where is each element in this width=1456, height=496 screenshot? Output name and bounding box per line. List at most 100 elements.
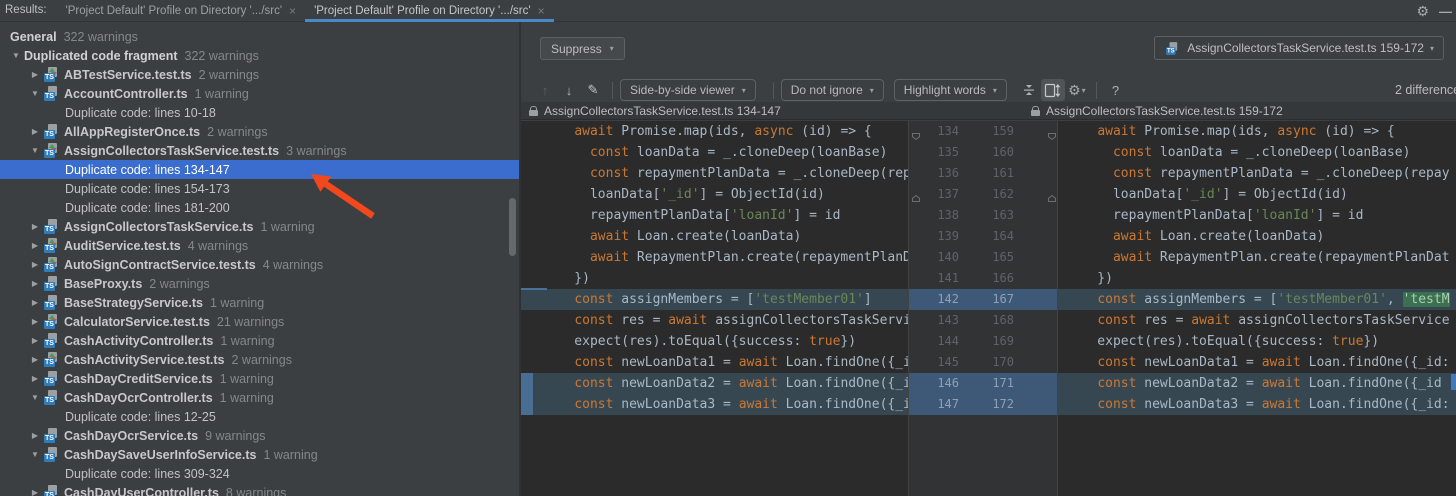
chevron-expanded-icon[interactable]: ▼	[27, 450, 43, 459]
help-icon[interactable]: ?	[1112, 83, 1119, 98]
code-line[interactable]: await Loan.create(loanData)	[521, 226, 908, 247]
code-line[interactable]: const res = await assignCollectorsTaskSe…	[1058, 310, 1456, 331]
code-line[interactable]: })	[521, 268, 908, 289]
code-line[interactable]: const res = await assignCollectorsTaskSe…	[521, 310, 908, 331]
code-line[interactable]: const newLoanData1 = await Loan.findOne(…	[1058, 352, 1456, 373]
chevron-collapsed-icon[interactable]: ▶	[27, 355, 43, 364]
code-line[interactable]: const newLoanData2 = await Loan.findOne(…	[521, 373, 908, 394]
code-token	[1066, 145, 1113, 160]
tree-item-file[interactable]: ▼TSCashDaySaveUserInfoService.ts1 warnin…	[0, 445, 519, 464]
code-line[interactable]: const newLoanData3 = await Loan.findOne(…	[1058, 394, 1456, 415]
code-line[interactable]: await Promise.map(ids, async (id) => {	[1058, 121, 1456, 142]
chevron-collapsed-icon[interactable]: ▶	[27, 374, 43, 383]
chevron-collapsed-icon[interactable]: ▶	[27, 260, 43, 269]
code-line[interactable]: expect(res).toEqual({success: true})	[1058, 331, 1456, 352]
code-line[interactable]: const repaymentPlanData = _.cloneDeep(re…	[1058, 163, 1456, 184]
keyword-token: await	[1262, 376, 1301, 391]
code-line[interactable]: const repaymentPlanData = _.cloneDeep(re…	[521, 163, 908, 184]
code-line[interactable]: await RepaymentPlan.create(repaymentPlan…	[1058, 247, 1456, 268]
tree-item-file[interactable]: ▶TSCashDayOcrService.ts9 warnings	[0, 426, 519, 445]
tree-item-duplicate[interactable]: Duplicate code: lines 10-18	[0, 103, 519, 122]
tree-item-file[interactable]: ▶TSAutoSignContractService.test.ts4 warn…	[0, 255, 519, 274]
code-line[interactable]: await Promise.map(ids, async (id) => {	[521, 121, 908, 142]
results-tab-2[interactable]: 'Project Default' Profile on Directory '…	[305, 0, 554, 21]
code-line[interactable]: repaymentPlanData['loanId'] = id	[521, 205, 908, 226]
collapse-unchanged-icon[interactable]	[1017, 79, 1041, 101]
tree-item-file[interactable]: ▶TSAllAppRegisterOnce.ts2 warnings	[0, 122, 519, 141]
chevron-collapsed-icon[interactable]: ▶	[27, 431, 43, 440]
gutter-row: 144169	[909, 331, 1057, 352]
close-tab-icon[interactable]: ×	[289, 5, 296, 17]
code-line[interactable]: const loanData = _.cloneDeep(loanBase)	[521, 142, 908, 163]
code-token: Loan.findOne({_id:	[1301, 355, 1450, 370]
code-line[interactable]: expect(res).toEqual({success: true})	[521, 331, 908, 352]
chevron-collapsed-icon[interactable]: ▶	[27, 488, 43, 496]
chevron-collapsed-icon[interactable]: ▶	[27, 241, 43, 250]
tree-item-file[interactable]: ▼TSAccountController.ts1 warning	[0, 84, 519, 103]
whitespace-policy-dropdown[interactable]: Do not ignore ▾	[781, 79, 884, 101]
tree-item-file[interactable]: ▶TSAuditService.test.ts4 warnings	[0, 236, 519, 255]
viewer-mode-dropdown[interactable]: Side-by-side viewer ▾	[620, 79, 756, 101]
synchronize-scrolling-icon[interactable]	[1041, 79, 1065, 101]
code-line[interactable]: loanData['_id'] = ObjectId(id)	[521, 184, 908, 205]
warning-count: 322 warnings	[185, 49, 259, 63]
edit-source-icon[interactable]: ✎	[581, 82, 605, 98]
chevron-collapsed-icon[interactable]: ▶	[27, 336, 43, 345]
tree-item-label: AssignCollectorsTaskService.test.ts	[64, 144, 279, 158]
tree-item-file[interactable]: ▼TSAssignCollectorsTaskService.test.ts3 …	[0, 141, 519, 160]
code-line[interactable]: const loanData = _.cloneDeep(loanBase)	[1058, 142, 1456, 163]
keyword-token: const	[574, 355, 613, 370]
chevron-expanded-icon[interactable]: ▼	[8, 51, 24, 60]
tree-item-file[interactable]: ▶TSBaseStrategyService.ts1 warning	[0, 293, 519, 312]
chevron-collapsed-icon[interactable]: ▶	[27, 127, 43, 136]
code-line[interactable]: })	[1058, 268, 1456, 289]
tree-item-file[interactable]: ▶TSBaseProxy.ts2 warnings	[0, 274, 519, 293]
tree-item-file[interactable]: ▼TSCashDayOcrController.ts1 warning	[0, 388, 519, 407]
tree-item-file[interactable]: ▶TSABTestService.test.ts2 warnings	[0, 65, 519, 84]
chevron-expanded-icon[interactable]: ▼	[27, 393, 43, 402]
diff-editor-area: await Promise.map(ids, async (id) => { c…	[521, 121, 1456, 496]
settings-gear-icon[interactable]: ⚙	[1416, 4, 1429, 18]
tree-scrollbar-thumb[interactable]	[509, 198, 516, 256]
tree-item-file[interactable]: ▶TSCashDayUserController.ts8 warnings	[0, 483, 519, 496]
chevron-expanded-icon[interactable]: ▼	[27, 146, 43, 155]
next-difference-icon[interactable]: ↓	[557, 83, 581, 98]
tree-item-file[interactable]: ▶TSCalculatorService.test.ts21 warnings	[0, 312, 519, 331]
ts-test-file-icon: TS	[1165, 42, 1179, 55]
code-line[interactable]: await RepaymentPlan.create(repaymentPlan…	[521, 247, 908, 268]
code-line[interactable]: const assignMembers = ['testMember01', '…	[1058, 289, 1456, 310]
gutter-row: 146171	[909, 373, 1057, 394]
tree-item-file[interactable]: ▶TSAssignCollectorsTaskService.ts1 warni…	[0, 217, 519, 236]
tree-item-duplicate[interactable]: Duplicate code: lines 12-25	[0, 407, 519, 426]
close-tab-icon[interactable]: ×	[538, 5, 545, 17]
code-line[interactable]: const assignMembers = ['testMember01']	[521, 289, 908, 310]
tree-item-duplicate[interactable]: Duplicate code: lines 134-147	[0, 160, 519, 179]
tree-item-duplicate[interactable]: Duplicate code: lines 181-200	[0, 198, 519, 217]
hide-panel-icon[interactable]: —	[1439, 4, 1452, 19]
chevron-collapsed-icon[interactable]: ▶	[27, 70, 43, 79]
tree-item-group[interactable]: ▼Duplicated code fragment322 warnings	[0, 46, 519, 65]
code-line[interactable]: await Loan.create(loanData)	[1058, 226, 1456, 247]
code-line[interactable]: const newLoanData1 = await Loan.findOne(…	[521, 352, 908, 373]
tree-item-duplicate[interactable]: Duplicate code: lines 309-324	[0, 464, 519, 483]
chevron-expanded-icon[interactable]: ▼	[27, 89, 43, 98]
chevron-collapsed-icon[interactable]: ▶	[27, 222, 43, 231]
tree-item-group[interactable]: General322 warnings	[0, 27, 519, 46]
diff-settings-gear-icon[interactable]: ⚙▾	[1065, 79, 1089, 101]
tree-item-file[interactable]: ▶TSCashActivityService.test.ts2 warnings	[0, 350, 519, 369]
code-line[interactable]: loanData['_id'] = ObjectId(id)	[1058, 184, 1456, 205]
chevron-collapsed-icon[interactable]: ▶	[27, 317, 43, 326]
tree-item-file[interactable]: ▶TSCashDayCreditService.ts1 warning	[0, 369, 519, 388]
highlight-mode-dropdown[interactable]: Highlight words ▾	[894, 79, 1007, 101]
suppress-button[interactable]: Suppress ▾	[540, 37, 625, 60]
chevron-collapsed-icon[interactable]: ▶	[27, 279, 43, 288]
code-line[interactable]: const newLoanData3 = await Loan.findOne(…	[521, 394, 908, 415]
results-tab-1[interactable]: 'Project Default' Profile on Directory '…	[57, 0, 306, 21]
chevron-collapsed-icon[interactable]: ▶	[27, 298, 43, 307]
previous-difference-icon[interactable]: ↑	[533, 83, 557, 98]
tree-item-file[interactable]: ▶TSCashActivityController.ts1 warning	[0, 331, 519, 350]
code-line[interactable]: const newLoanData2 = await Loan.findOne(…	[1058, 373, 1456, 394]
tree-item-duplicate[interactable]: Duplicate code: lines 154-173	[0, 179, 519, 198]
duplicate-file-selector[interactable]: TS AssignCollectorsTaskService.test.ts 1…	[1154, 36, 1444, 60]
code-line[interactable]: repaymentPlanData['loanId'] = id	[1058, 205, 1456, 226]
